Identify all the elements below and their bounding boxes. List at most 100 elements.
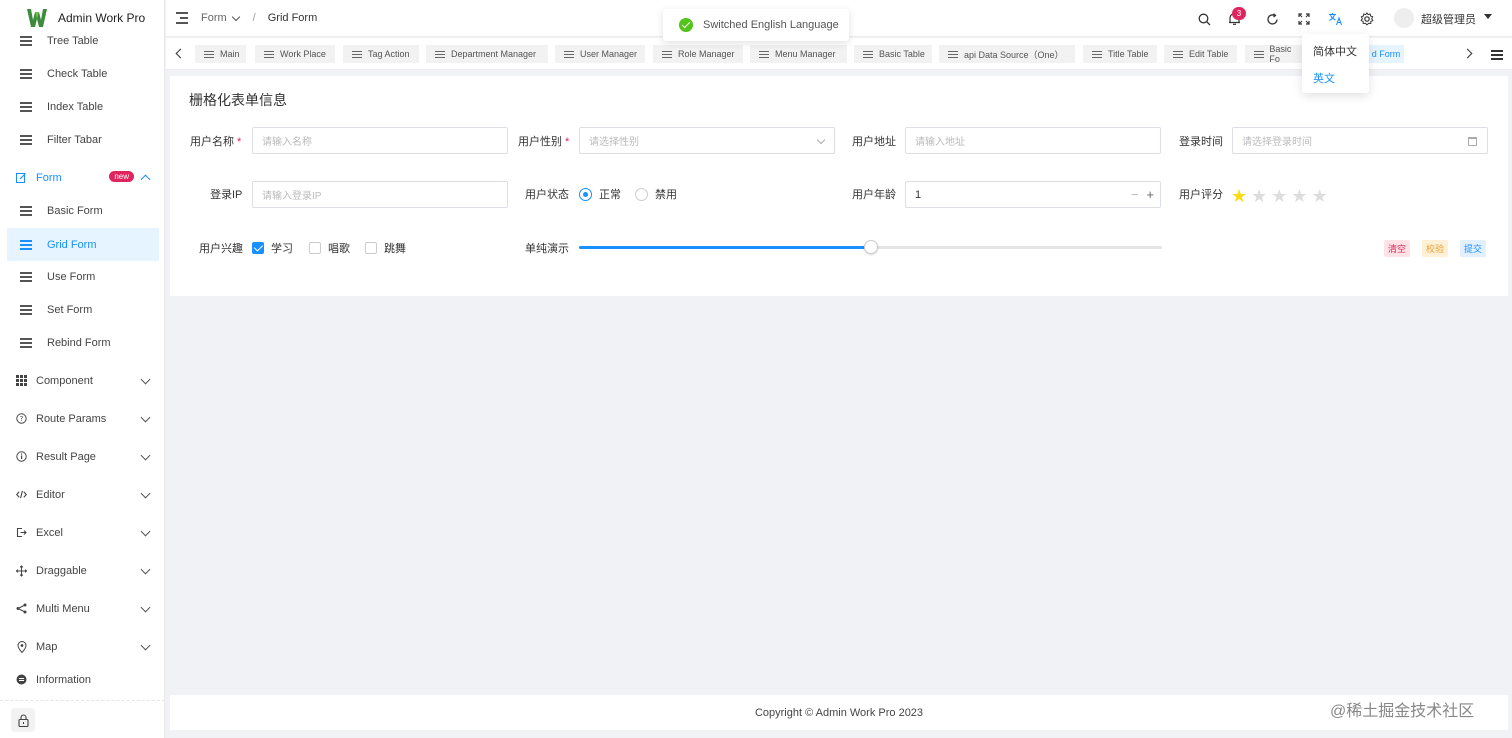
menu-icon — [352, 50, 362, 58]
sidebar-item-filter-tabar[interactable]: Filter Tabar — [7, 123, 159, 156]
avatar[interactable] — [1394, 8, 1414, 28]
tab-menu-manager[interactable]: Menu Manager — [750, 45, 847, 63]
hobby-checkbox-study[interactable]: 学习 — [252, 240, 293, 256]
hobby-checkbox-sing[interactable]: 唱歌 — [309, 240, 350, 256]
tab-edit-table[interactable]: Edit Table — [1164, 45, 1237, 63]
chevron-down-icon — [140, 374, 151, 385]
tab-main[interactable]: Main — [195, 45, 246, 63]
sidebar-item-label: Map — [36, 640, 58, 653]
tab-basic-table[interactable]: Basic Table — [854, 45, 932, 63]
menu-icon — [20, 102, 32, 112]
sidebar-item-editor[interactable]: Editor — [7, 478, 159, 511]
demo-slider[interactable] — [579, 240, 1162, 254]
sidebar-item-component[interactable]: Component — [7, 364, 159, 397]
star-icon[interactable]: ★ — [1271, 186, 1287, 207]
status-radio-disabled[interactable]: 禁用 — [635, 186, 677, 202]
sidebar-item-set-form[interactable]: Set Form — [7, 293, 159, 326]
sidebar-item-label: Filter Tabar — [47, 133, 102, 146]
breadcrumb-parent[interactable]: Form — [201, 12, 227, 24]
slider-handle[interactable] — [863, 240, 878, 254]
collapse-menu-icon[interactable] — [176, 12, 188, 24]
minus-icon[interactable]: − — [1131, 187, 1139, 202]
tab-grid-form[interactable]: d Form — [1368, 45, 1404, 63]
star-icon[interactable]: ★ — [1251, 186, 1267, 207]
tab-user-manager[interactable]: User Manager — [555, 45, 645, 63]
chevron-down-icon — [140, 526, 151, 537]
login-ip-label: 登录IP — [210, 189, 243, 201]
fullscreen-icon[interactable] — [1296, 11, 1312, 27]
chevron-down-icon — [140, 640, 151, 651]
gear-icon[interactable] — [1359, 11, 1375, 27]
language-option-zh[interactable]: 简体中文 — [1313, 43, 1357, 59]
sidebar-item-rebind-form[interactable]: Rebind Form — [7, 326, 159, 359]
sidebar-item-index-table[interactable]: Index Table — [7, 90, 159, 123]
tabs-menu-icon[interactable] — [1491, 50, 1503, 60]
search-icon[interactable] — [1196, 11, 1212, 27]
plus-icon[interactable]: + — [1146, 187, 1154, 202]
login-ip-input[interactable]: 请输入登录IP — [252, 181, 508, 208]
sidebar-item-label: Rebind Form — [47, 336, 111, 349]
address-input[interactable]: 请输入地址 — [905, 127, 1161, 154]
sidebar-item-label: Editor — [36, 488, 65, 501]
age-number-input[interactable]: 1 − + — [905, 181, 1161, 208]
login-time-picker[interactable]: 请选择登录时间 — [1232, 127, 1488, 154]
star-icon[interactable]: ★ — [1312, 186, 1328, 207]
translate-icon[interactable] — [1327, 11, 1343, 27]
menu-icon — [564, 50, 574, 58]
tab-label: Edit Table — [1189, 49, 1229, 59]
username-input[interactable]: 请输入名称 — [252, 127, 508, 154]
user-name[interactable]: 超级管理员 — [1421, 11, 1476, 27]
sidebar-item-route-params[interactable]: ? Route Params — [7, 402, 159, 435]
app-logo[interactable]: Admin Work Pro — [0, 0, 164, 36]
menu-icon — [20, 135, 32, 145]
sidebar-item-use-form[interactable]: Use Form — [7, 260, 159, 293]
submit-button[interactable]: 提交 — [1460, 240, 1487, 257]
share-icon — [16, 603, 27, 614]
sidebar-item-map[interactable]: Map — [7, 630, 159, 663]
language-dropdown: 简体中文 英文 — [1302, 34, 1369, 93]
caret-down-icon[interactable] — [1484, 14, 1492, 19]
rating-stars[interactable]: ★ ★ ★ ★ ★ — [1231, 186, 1328, 207]
tab-label: User Manager — [580, 49, 638, 59]
sidebar-item-multi-menu[interactable]: Multi Menu — [7, 592, 159, 625]
sidebar-item-draggable[interactable]: Draggable — [7, 554, 159, 587]
menu-icon — [20, 36, 32, 46]
star-icon[interactable]: ★ — [1291, 186, 1307, 207]
clear-button[interactable]: 清空 — [1384, 240, 1411, 257]
tab-work-place[interactable]: Work Place — [255, 45, 335, 63]
sidebar-item-result-page[interactable]: Result Page — [7, 440, 159, 473]
radio-checked — [579, 187, 592, 201]
sidebar-item-information[interactable]: Information — [7, 663, 159, 696]
edit-icon — [16, 172, 27, 183]
status-radio-normal[interactable]: 正常 — [579, 186, 621, 202]
tab-department-manager[interactable]: Department Manager — [426, 45, 548, 63]
tab-label: Work Place — [280, 49, 326, 59]
copyright-text: Copyright © Admin Work Pro 2023 — [754, 706, 924, 719]
chevron-left-icon[interactable] — [175, 48, 186, 59]
tab-label: Main — [220, 49, 240, 59]
sidebar-item-grid-form[interactable]: Grid Form — [7, 228, 159, 261]
sidebar-item-basic-form[interactable]: Basic Form — [7, 194, 159, 227]
sidebar-item-check-table[interactable]: Check Table — [7, 57, 159, 90]
tab-basic-form[interactable]: Basic Fo — [1245, 45, 1302, 63]
language-option-en[interactable]: 英文 — [1313, 70, 1335, 86]
tab-title-table[interactable]: Title Table — [1083, 45, 1157, 63]
tab-tag-action[interactable]: Tag Action — [343, 45, 419, 63]
tab-api-data-source[interactable]: api Data Source（One） — [939, 45, 1075, 63]
chevron-down-icon[interactable] — [231, 12, 240, 21]
hobby-checkbox-dance[interactable]: 跳舞 — [365, 240, 406, 256]
rating-label: 用户评分 — [1179, 189, 1223, 201]
tab-role-manager[interactable]: Role Manager — [653, 45, 743, 63]
menu-icon — [759, 50, 769, 58]
refresh-icon[interactable] — [1264, 11, 1280, 27]
validate-button[interactable]: 校验 — [1422, 240, 1449, 257]
lock-button[interactable] — [11, 708, 35, 732]
menu-icon — [20, 240, 32, 250]
gender-select[interactable]: 请选择性别 — [579, 127, 835, 154]
chevron-right-icon[interactable] — [1462, 48, 1473, 59]
star-icon[interactable]: ★ — [1231, 186, 1247, 207]
sidebar-item-excel[interactable]: Excel — [7, 516, 159, 549]
menu-icon — [264, 50, 274, 58]
sidebar-item-label: Draggable — [36, 564, 87, 577]
sidebar-item-form[interactable]: Form new — [7, 161, 159, 194]
